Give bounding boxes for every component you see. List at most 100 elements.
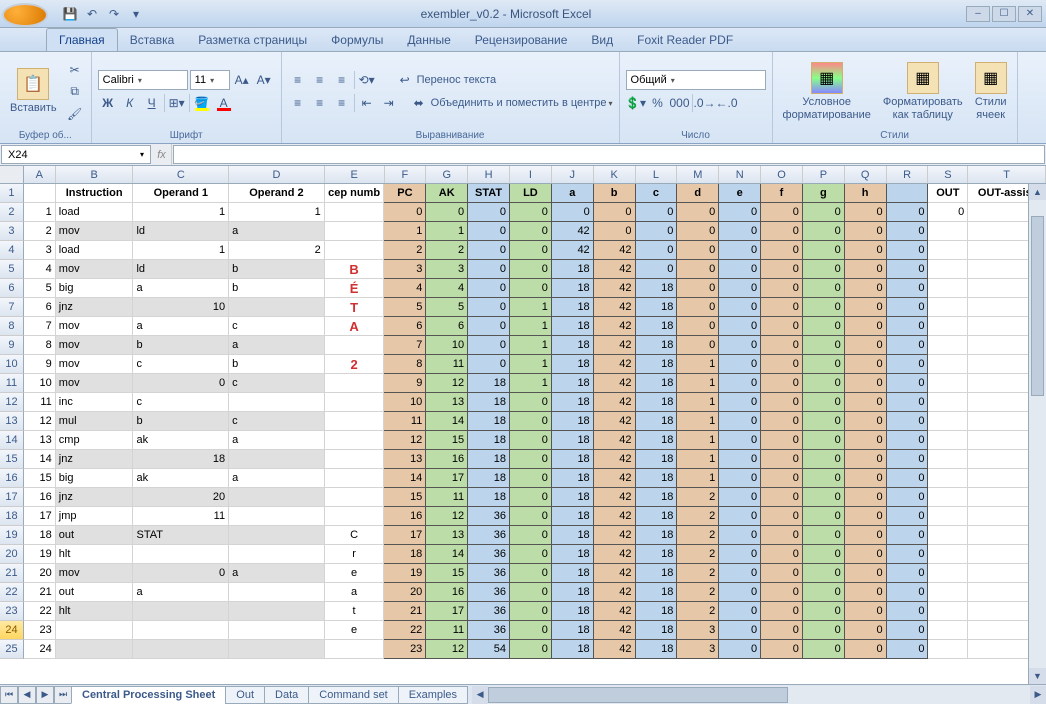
row-header[interactable]: 23 (0, 602, 24, 621)
cell[interactable]: 0 (677, 336, 719, 355)
cell[interactable]: 0 (510, 602, 552, 621)
increase-indent-icon[interactable]: ⇥ (379, 93, 399, 113)
cell[interactable]: 0 (510, 621, 552, 640)
cell[interactable]: 0 (719, 336, 761, 355)
row-header[interactable]: 4 (0, 241, 24, 260)
row-header[interactable]: 15 (0, 450, 24, 469)
cell[interactable]: 42 (594, 374, 636, 393)
cell[interactable]: 2 (677, 545, 719, 564)
col-header-H[interactable]: H (468, 166, 510, 183)
cell[interactable]: 42 (552, 222, 594, 241)
cell[interactable] (928, 583, 968, 602)
align-right-icon[interactable]: ≡ (332, 93, 352, 113)
cell[interactable]: 1 (384, 222, 426, 241)
cell[interactable]: 0 (803, 488, 845, 507)
cell[interactable]: 42 (594, 450, 636, 469)
cell[interactable]: load (56, 241, 134, 260)
cell[interactable]: 0 (887, 203, 929, 222)
cell[interactable]: 0 (887, 640, 929, 659)
cell[interactable]: 10 (24, 374, 56, 393)
cell[interactable]: g (803, 184, 845, 203)
cell[interactable]: 7 (384, 336, 426, 355)
cell[interactable]: 0 (719, 431, 761, 450)
cell[interactable] (928, 526, 968, 545)
cell[interactable] (325, 336, 385, 355)
row-header[interactable]: 19 (0, 526, 24, 545)
cell[interactable]: T (325, 298, 385, 317)
cell[interactable]: 0 (928, 203, 968, 222)
cell[interactable]: 13 (426, 526, 468, 545)
cell[interactable]: 18 (636, 317, 678, 336)
cell[interactable]: 1 (133, 203, 229, 222)
row-header[interactable]: 9 (0, 336, 24, 355)
cell[interactable]: e (325, 564, 385, 583)
cell[interactable] (928, 241, 968, 260)
cell[interactable]: 0 (719, 564, 761, 583)
cell[interactable]: 20 (133, 488, 229, 507)
cell[interactable]: 18 (133, 450, 229, 469)
cell[interactable]: 0 (719, 393, 761, 412)
row-header[interactable]: 25 (0, 640, 24, 659)
cell[interactable] (928, 621, 968, 640)
cell[interactable]: 0 (510, 431, 552, 450)
cell[interactable]: 0 (887, 564, 929, 583)
cell[interactable] (928, 355, 968, 374)
cell[interactable]: 0 (133, 564, 229, 583)
col-header-M[interactable]: M (677, 166, 719, 183)
cell[interactable]: c (229, 374, 325, 393)
cell[interactable]: 0 (803, 222, 845, 241)
row-header[interactable]: 13 (0, 412, 24, 431)
cell[interactable]: 42 (594, 355, 636, 374)
cell[interactable]: 42 (594, 640, 636, 659)
row-header[interactable]: 10 (0, 355, 24, 374)
sheet-nav-first-icon[interactable]: ⏮ (0, 686, 18, 704)
cell[interactable]: 18 (552, 545, 594, 564)
cell[interactable]: 0 (677, 279, 719, 298)
cell[interactable]: 0 (845, 507, 887, 526)
cell[interactable] (928, 545, 968, 564)
row-header[interactable]: 17 (0, 488, 24, 507)
cell[interactable]: cep numb (325, 184, 385, 203)
sheet-nav-prev-icon[interactable]: ◀ (18, 686, 36, 704)
cell[interactable]: 18 (468, 431, 510, 450)
cell[interactable]: 1 (510, 355, 552, 374)
cell[interactable]: 42 (594, 602, 636, 621)
row-header[interactable]: 7 (0, 298, 24, 317)
cell[interactable]: 0 (887, 545, 929, 564)
cell[interactable]: 0 (719, 241, 761, 260)
cell[interactable]: 8 (384, 355, 426, 374)
merge-label[interactable]: Объединить и поместить в центре (431, 97, 607, 109)
cell[interactable]: 3 (24, 241, 56, 260)
cell[interactable]: 0 (510, 545, 552, 564)
cell[interactable]: 42 (594, 241, 636, 260)
cell[interactable]: 0 (845, 621, 887, 640)
cell[interactable]: mov (56, 336, 134, 355)
cell[interactable]: 18 (636, 602, 678, 621)
row-header[interactable]: 12 (0, 393, 24, 412)
close-button[interactable]: ✕ (1018, 6, 1042, 22)
col-header-C[interactable]: C (133, 166, 229, 183)
cell[interactable]: 18 (552, 469, 594, 488)
cell[interactable]: 20 (24, 564, 56, 583)
cell[interactable]: Operand 1 (133, 184, 229, 203)
cell[interactable]: 2 (677, 583, 719, 602)
cell[interactable]: 23 (24, 621, 56, 640)
cell[interactable]: 0 (636, 222, 678, 241)
cell[interactable]: c (229, 317, 325, 336)
cell[interactable]: 18 (636, 279, 678, 298)
align-center-icon[interactable]: ≡ (310, 93, 330, 113)
cell[interactable]: 18 (636, 488, 678, 507)
cell[interactable]: 0 (761, 393, 803, 412)
cell[interactable]: 0 (803, 355, 845, 374)
cell[interactable]: 0 (761, 621, 803, 640)
cell[interactable]: 0 (719, 222, 761, 241)
cell[interactable] (928, 602, 968, 621)
cell[interactable]: 0 (803, 431, 845, 450)
cell[interactable]: 42 (594, 583, 636, 602)
col-header-K[interactable]: K (594, 166, 636, 183)
row-header[interactable]: 2 (0, 203, 24, 222)
grow-font-icon[interactable]: A▴ (232, 70, 252, 90)
cell[interactable]: C (325, 526, 385, 545)
cell[interactable]: 18 (636, 545, 678, 564)
cell[interactable]: 0 (803, 298, 845, 317)
